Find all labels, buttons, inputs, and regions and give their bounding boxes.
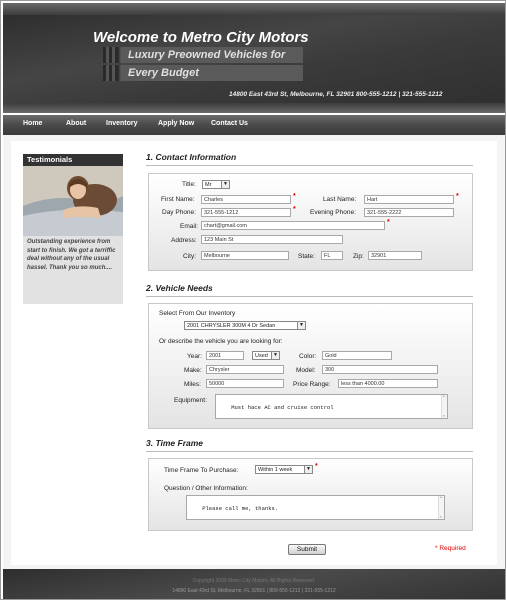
miles-field[interactable]: 50000	[206, 379, 284, 388]
section-divider	[146, 296, 473, 297]
question-textarea[interactable]: Please call me, thanks.	[186, 495, 445, 520]
textarea-scrollbar[interactable]	[441, 395, 447, 418]
tagline: Luxury Preowned Vehicles for Every Budge…	[103, 47, 303, 83]
section-divider	[146, 451, 473, 452]
nav-contact-us[interactable]: Contact Us	[211, 115, 248, 135]
tagline-line-2: Every Budget	[103, 65, 303, 81]
last-name-label: Last Name:	[323, 196, 357, 203]
required-marker: *	[293, 206, 296, 213]
inventory-select-value: 2001 CHRYSLER 300M 4 Dr Sedan	[187, 323, 276, 329]
chevron-down-icon: ▼	[271, 352, 279, 359]
site-header: Welcome to Metro City Motors Luxury Preo…	[3, 3, 505, 113]
zip-label: Zip:	[353, 253, 364, 260]
title-label: Title:	[182, 181, 196, 188]
contact-section-title: 1. Contact Information	[146, 152, 237, 162]
title-select[interactable]: Mr ▼	[202, 180, 230, 189]
last-name-field[interactable]: Hart	[364, 195, 454, 204]
email-label: Email:	[180, 223, 199, 230]
required-note: * Required	[435, 545, 466, 552]
required-marker: *	[456, 193, 459, 200]
zip-field[interactable]: 32901	[368, 251, 422, 260]
first-name-field[interactable]: Charles	[201, 195, 291, 204]
chevron-down-icon: ▼	[304, 466, 312, 473]
question-label: Question / Other Information:	[164, 485, 248, 492]
vehicle-section-title: 2. Vehicle Needs	[146, 283, 213, 293]
model-label: Model:	[296, 367, 316, 374]
testimonials-heading: Testimonials	[23, 154, 123, 166]
inventory-select[interactable]: 2001 CHRYSLER 300M 4 Dr Sedan ▼	[184, 321, 306, 330]
header-top-stripe	[3, 3, 505, 15]
equipment-textarea[interactable]: Must hace AC and cruise control	[215, 394, 448, 419]
model-field[interactable]: 300	[322, 365, 438, 374]
chevron-down-icon: ▼	[297, 322, 305, 329]
day-phone-field[interactable]: 321-555-1212	[201, 208, 291, 217]
condition-select[interactable]: Used ▼	[252, 351, 280, 360]
email-field[interactable]: chart@gmail.com	[201, 221, 385, 230]
testimonials-box: Testimonials Outstanding experience from…	[23, 154, 123, 304]
timeframe-label: Time Frame To Purchase:	[164, 467, 239, 474]
textarea-scrollbar[interactable]	[438, 496, 444, 519]
question-text: Please call me, thanks.	[202, 505, 279, 512]
site-footer: Copyright 2009 Metro City Motors. All Ri…	[3, 569, 505, 599]
timeframe-select[interactable]: Within 1 week ▼	[255, 465, 313, 474]
state-field[interactable]: FL	[321, 251, 343, 260]
nav-apply-now[interactable]: Apply Now	[158, 115, 194, 135]
evening-phone-field[interactable]: 321-555-2222	[364, 208, 454, 217]
price-range-label: Price Range:	[293, 381, 331, 388]
miles-label: Miles:	[184, 381, 201, 388]
main-nav: Home About Inventory Apply Now Contact U…	[3, 115, 505, 135]
chevron-down-icon: ▼	[221, 181, 229, 188]
price-range-field[interactable]: less than 4000.00	[338, 379, 438, 388]
first-name-label: First Name:	[161, 196, 195, 203]
describe-vehicle-label: Or describe the vehicle you are looking …	[159, 338, 283, 345]
testimonial-quote: Outstanding experience from start to fin…	[27, 239, 116, 271]
submit-button[interactable]: Submit	[288, 544, 326, 555]
color-label: Color:	[299, 353, 317, 360]
day-phone-label: Day Phone:	[162, 209, 196, 216]
footer-copyright: Copyright 2009 Metro City Motors. All Ri…	[192, 578, 316, 584]
year-label: Year:	[187, 353, 202, 360]
make-label: Make:	[184, 367, 202, 374]
tagline-line-1: Luxury Preowned Vehicles for	[103, 47, 303, 63]
testimonial-photo	[23, 166, 123, 236]
city-label: City:	[183, 253, 196, 260]
address-label: Address:	[171, 237, 197, 244]
equipment-label: Equipment:	[174, 397, 207, 404]
inventory-label: Select From Our Inventory	[159, 310, 236, 317]
section-divider	[146, 165, 473, 166]
make-field[interactable]: Chrysler	[206, 365, 284, 374]
city-field[interactable]: Melbourne	[201, 251, 289, 260]
evening-phone-label: Evening Phone:	[310, 209, 356, 216]
required-marker: *	[293, 193, 296, 200]
nav-inventory[interactable]: Inventory	[106, 115, 138, 135]
color-field[interactable]: Gold	[322, 351, 392, 360]
page: Welcome to Metro City Motors Luxury Preo…	[0, 0, 506, 600]
address-field[interactable]: 123 Main St	[201, 235, 343, 244]
header-bottom-stripe	[3, 103, 505, 113]
required-marker: *	[315, 463, 318, 470]
year-field[interactable]: 2001	[206, 351, 244, 360]
required-marker: *	[387, 219, 390, 226]
condition-select-value: Used	[255, 353, 268, 359]
time-section-title: 3. Time Frame	[146, 438, 204, 448]
nav-about[interactable]: About	[66, 115, 86, 135]
testimonial-photo-illustration	[23, 166, 123, 236]
title-select-value: Mr	[205, 182, 212, 188]
equipment-text: Must hace AC and cruise control	[231, 404, 334, 411]
nav-home[interactable]: Home	[23, 115, 42, 135]
site-title: Welcome to Metro City Motors	[93, 29, 309, 46]
timeframe-select-value: Within 1 week	[258, 467, 293, 473]
state-label: State:	[298, 253, 315, 260]
header-contact-info: 14800 East 43rd St, Melbourne, FL 32901 …	[229, 91, 443, 98]
footer-address: 14800 East 43rd St, Melbourne, FL 32901 …	[172, 588, 336, 594]
